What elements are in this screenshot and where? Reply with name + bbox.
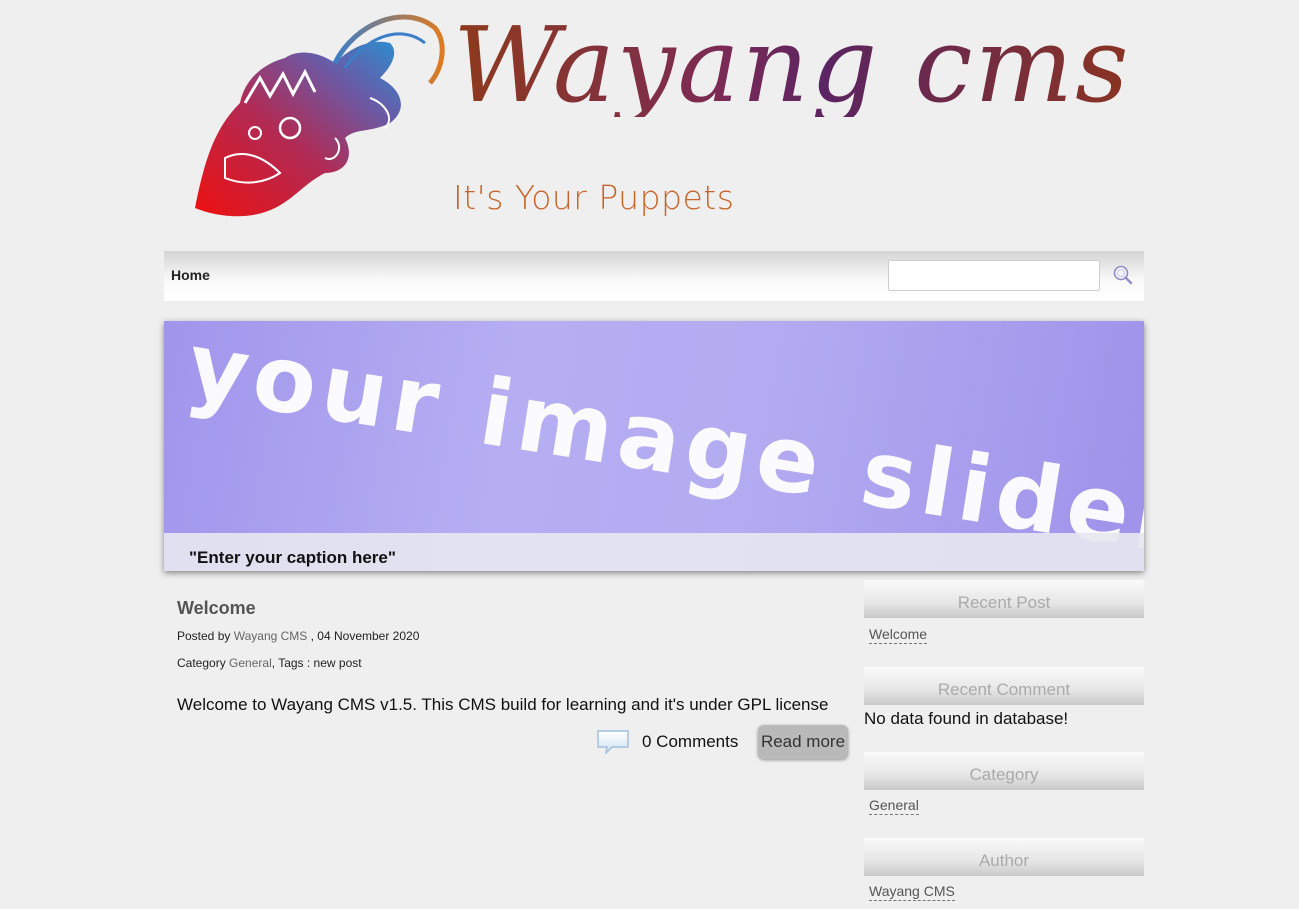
post-title[interactable]: Welcome (177, 598, 857, 619)
post-author-link[interactable]: Wayang CMS (234, 629, 308, 643)
slider-caption: "Enter your caption here" (189, 548, 396, 567)
post-taxonomy: Category General, Tags : new post (177, 656, 362, 670)
recent-comment-empty: No data found in database! (864, 709, 1069, 728)
search-icon[interactable] (1112, 264, 1134, 286)
logo-tagline: It's Your Puppets (453, 178, 735, 217)
search-input[interactable] (888, 260, 1100, 291)
widget-title-recent-post: Recent Post (864, 580, 1144, 618)
post-byline: Posted by Wayang CMS , 04 November 2020 (177, 629, 419, 643)
post-category-link[interactable]: General (229, 656, 272, 670)
site-header: Wayang cms It's Your Puppets (185, 8, 1128, 230)
comments-link[interactable]: 0 Comments (642, 732, 738, 752)
category-link[interactable]: General (869, 796, 919, 815)
nav-item-home[interactable]: Home (171, 267, 210, 283)
post-date: , 04 November 2020 (310, 629, 420, 643)
widget-title-author: Author (864, 838, 1144, 876)
comment-bubble-icon[interactable] (596, 728, 630, 754)
post-article: Welcome Posted by Wayang CMS , 04 Novemb… (177, 598, 857, 759)
category-label: Category (177, 656, 226, 670)
widget-title-recent-comment: Recent Comment (864, 667, 1144, 705)
posted-by-label: Posted by (177, 629, 231, 643)
post-tags: , Tags : new post (271, 656, 362, 670)
post-excerpt: Welcome to Wayang CMS v1.5. This CMS bui… (177, 695, 829, 714)
author-link[interactable]: Wayang CMS (869, 882, 955, 901)
image-slider[interactable]: your image slider "Enter your caption he… (164, 321, 1144, 571)
widget-title-category: Category (864, 752, 1144, 790)
nav-bar: Home (164, 251, 1144, 301)
read-more-button[interactable]: Read more (758, 725, 848, 759)
recent-post-link[interactable]: Welcome (869, 625, 928, 644)
logo-title: Wayang cms (453, 4, 1131, 126)
wayang-puppet-logo (195, 14, 445, 217)
slider-image: your image slider (181, 321, 1144, 551)
slider-art-text: your image slider (181, 321, 1144, 551)
